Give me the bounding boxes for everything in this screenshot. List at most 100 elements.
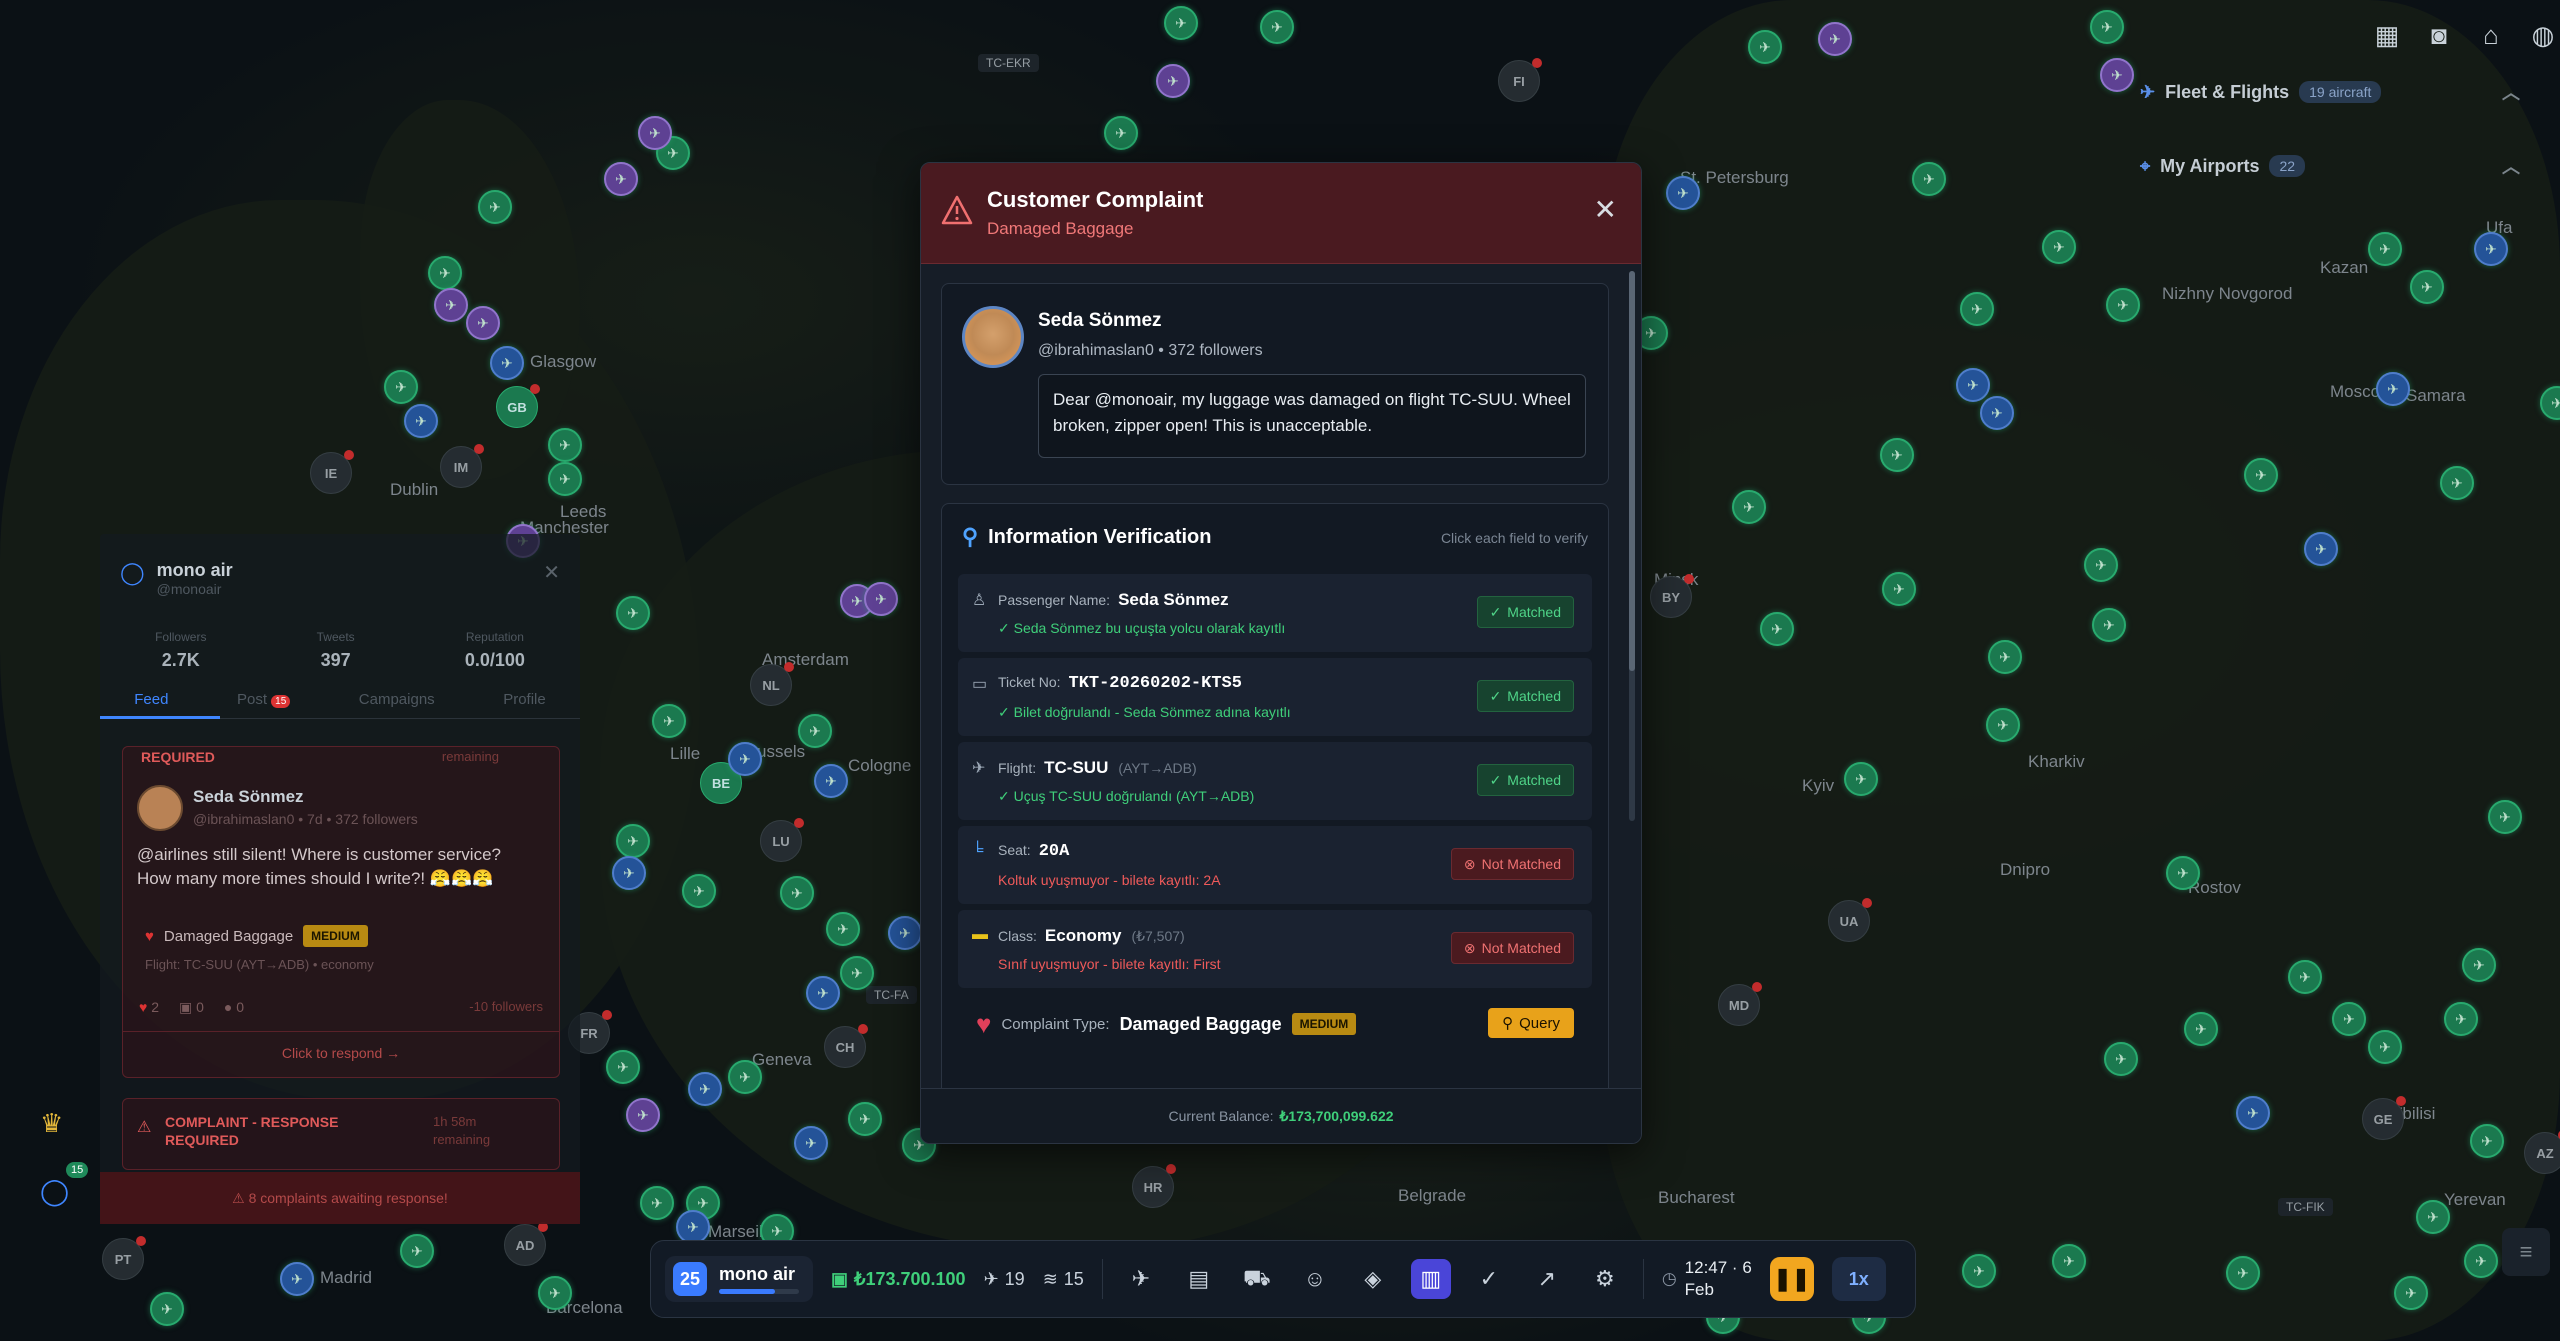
verify-row-ticket[interactable]: ▭ Ticket No: TKT-20260202-KTS5 ✓ Bilet do…: [958, 658, 1592, 736]
fleet-badge: 19 aircraft: [2299, 81, 2382, 103]
staff-icon[interactable]: ☺: [1295, 1259, 1335, 1299]
camera-icon[interactable]: ◙: [2422, 18, 2456, 52]
social-handle: @monoair: [156, 581, 222, 597]
airports-label: My Airports: [2160, 155, 2260, 176]
modal-subtitle: Damaged Baggage: [987, 219, 1134, 238]
broken-heart-icon: ♥: [976, 1008, 992, 1039]
airports-panel-header[interactable]: ⌖ My Airports 22 ︿: [2140, 144, 2520, 188]
airports-badge: 22: [2269, 155, 2306, 177]
divider: [1642, 1259, 1644, 1299]
warning-icon: ⚠: [137, 1119, 152, 1136]
route-count[interactable]: ≋ 15: [1043, 1269, 1084, 1290]
flights-icon[interactable]: ✈: [1121, 1259, 1161, 1299]
chat-badge: 15: [66, 1162, 89, 1178]
complaint-type-label: Complaint Type:: [1001, 1015, 1110, 1033]
terminal-icon[interactable]: ▥: [1410, 1259, 1451, 1299]
aircraft-count[interactable]: ✈ 19: [984, 1269, 1025, 1290]
verify-note: ✓ Uçuş TC-SUU doğrulandı (AYT→ADB): [998, 788, 1255, 804]
tab-profile[interactable]: Profile: [503, 691, 546, 708]
stat-reputation: Reputation 0.0/100: [464, 630, 525, 670]
retweet-count: ▣ 0: [179, 999, 204, 1015]
severity-badge: MEDIUM: [1291, 1013, 1357, 1035]
verify-row-class[interactable]: ▬ Class: Economy (₺7,507) Sınıf uyuşmuyor …: [958, 910, 1592, 988]
grid-icon[interactable]: ▦: [2370, 18, 2404, 52]
stat-followers: Followers 2.7K: [155, 630, 207, 670]
plane-icon: ✈: [972, 760, 986, 777]
fleet-panel-header[interactable]: ✈ Fleet & Flights 19 aircraft ︿: [2140, 70, 2520, 114]
cash-display[interactable]: ▣ ₺173.700.100: [831, 1269, 966, 1290]
post-badge: 15: [271, 695, 291, 708]
complaint-card[interactable]: ⚠ COMPLAINT - RESPONSE REQUIRED 1h 58m re…: [122, 1098, 560, 1170]
card-meta: @ibrahimaslan0 • 7d • 372 followers: [193, 811, 418, 827]
post-author: Seda Sönmez: [1038, 310, 1162, 331]
complaint-post: Seda Sönmez @ibrahimaslan0 • 372 followe…: [941, 283, 1609, 485]
status-badge: ✓ Matched: [1476, 680, 1574, 712]
globe-icon[interactable]: ◍: [2526, 18, 2560, 52]
tab-underline: [100, 716, 220, 719]
modal-footer: Current Balance: ₺173,700,099.622: [921, 1088, 1641, 1143]
level-badge: 25: [673, 1262, 707, 1296]
complaint-card[interactable]: REQUIRED remaining Seda Sönmez @ibrahima…: [122, 746, 560, 1078]
comment-count: ● 0: [223, 999, 245, 1015]
class-icon: ▬: [972, 926, 988, 943]
pause-button[interactable]: ❚❚: [1769, 1257, 1814, 1301]
layers-icon[interactable]: ≡: [2502, 1228, 2550, 1276]
verification-section: ⚲ Information Verification Click each fi…: [941, 503, 1609, 1089]
complaint-type-row: ♥ Complaint Type: Damaged Baggage MEDIUM…: [958, 996, 1592, 1052]
ticket-icon: ▭: [972, 676, 988, 693]
severity-badge: MEDIUM: [303, 925, 368, 947]
stats-icon[interactable]: ↗: [1527, 1259, 1567, 1299]
post-meta: @ibrahimaslan0 • 372 followers: [1038, 342, 1263, 359]
chevron-up-icon[interactable]: ︿: [2502, 79, 2520, 105]
company-level[interactable]: 25 mono air: [665, 1256, 813, 1302]
close-icon[interactable]: ✕: [1594, 193, 1617, 226]
trophy-icon[interactable]: ♛: [40, 1108, 63, 1139]
respond-link[interactable]: Click to respond →: [123, 1045, 559, 1061]
modal-title: Customer Complaint: [987, 187, 1204, 212]
follower-loss: -10 followers: [469, 999, 543, 1014]
home-icon[interactable]: ⌂: [2474, 18, 2508, 52]
verify-row-flight[interactable]: ✈ Flight: TC-SUU (AYT→ADB) ✓ Uçuş TC-SUU d…: [958, 742, 1592, 820]
social-tabs: Feed Post 15 Campaigns Profile: [100, 691, 580, 719]
top-toolbar: ▦ ◙ ⌂ ◍: [2370, 18, 2560, 52]
speed-button[interactable]: 1x: [1831, 1257, 1886, 1301]
chevron-up-icon[interactable]: ︿: [2502, 153, 2520, 179]
map-icon[interactable]: ▤: [1179, 1259, 1219, 1299]
game-clock: ◷ 12:47 · 6 Feb: [1661, 1258, 1752, 1299]
status-badge: ✓ Matched: [1476, 764, 1574, 796]
verify-row-passenger[interactable]: ♙ Passenger Name: Seda Sönmez ✓ Seda Sönm…: [958, 574, 1592, 652]
route-icon: ≋: [1042, 1268, 1058, 1289]
cargo-icon[interactable]: ◈: [1353, 1259, 1393, 1299]
user-icon: ♙: [972, 592, 987, 609]
tasks-icon[interactable]: ✓: [1469, 1259, 1509, 1299]
bottom-toolbar: 25 mono air ▣ ₺173.700.100 ✈ 19 ≋ 15 ✈ ▤ ⛟ …: [650, 1240, 1916, 1318]
card-user: Seda Sönmez: [193, 787, 304, 806]
broken-heart-icon: ♥: [145, 927, 154, 945]
status-badge: ⊗ Not Matched: [1450, 932, 1574, 964]
close-icon[interactable]: ✕: [543, 560, 560, 585]
tab-campaigns[interactable]: Campaigns: [359, 691, 435, 708]
social-name: mono air: [156, 560, 233, 580]
verify-note: ✓ Seda Sönmez bu uçuşta yolcu olarak kay…: [998, 620, 1286, 636]
scrollbar-thumb[interactable]: [1629, 271, 1635, 671]
post-text: Dear @monoair, my luggage was damaged on…: [1038, 374, 1586, 458]
complaints-banner[interactable]: ⚠ 8 complaints awaiting response!: [100, 1172, 580, 1224]
clock-icon: ◷: [1661, 1269, 1677, 1288]
search-icon: ⚲: [1502, 1015, 1514, 1032]
chat-icon[interactable]: ◯: [40, 1176, 69, 1207]
verify-note: ✓ Bilet doğrulandı - Seda Sönmez adına k…: [998, 704, 1291, 720]
query-button[interactable]: ⚲ Query: [1488, 1008, 1574, 1038]
tab-post[interactable]: Post 15: [237, 691, 291, 708]
fleet-label: Fleet & Flights: [2165, 81, 2290, 102]
tab-feed[interactable]: Feed: [134, 691, 168, 708]
card-remaining: remaining: [441, 749, 499, 764]
plane-icon: ✈: [983, 1268, 999, 1289]
card-required: REQUIRED: [141, 749, 215, 765]
balance-value: ₺173,700,099.622: [1279, 1107, 1394, 1124]
modal-scrollbar[interactable]: [1629, 271, 1635, 821]
settings-icon[interactable]: ⚙: [1585, 1259, 1625, 1299]
modal-body[interactable]: Seda Sönmez @ibrahimaslan0 • 372 followe…: [921, 263, 1641, 1089]
plane-icon: ✈: [2140, 81, 2156, 102]
verify-row-seat[interactable]: ╘ Seat: 20A Koltuk uyuşmuyor - bilete kay…: [958, 826, 1592, 904]
cart-icon[interactable]: ⛟: [1237, 1259, 1277, 1299]
